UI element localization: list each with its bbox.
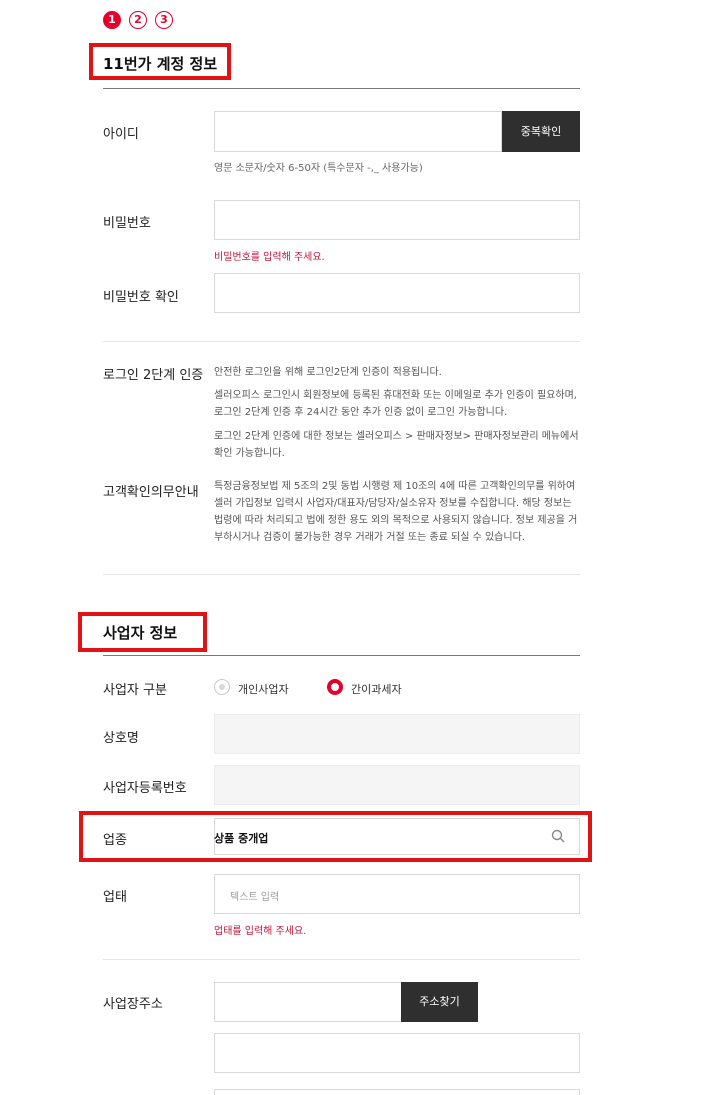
find-address-button[interactable]: 주소찾기 <box>401 982 478 1022</box>
radio-individual[interactable] <box>214 679 230 695</box>
business-title-divider <box>103 655 580 656</box>
step-2[interactable]: 2 <box>129 11 147 29</box>
industry-value: 상품 중개업 <box>214 832 269 845</box>
radio-simplified[interactable] <box>327 679 343 695</box>
address-line2-input[interactable] <box>214 1089 580 1095</box>
password-input[interactable] <box>214 200 580 240</box>
business-section-title: 사업자 정보 <box>103 624 178 642</box>
account-divider-3 <box>103 574 580 575</box>
two-factor-text-1: 안전한 로그인을 위해 로그인2단계 인증이 적용됩니다. <box>214 367 442 378</box>
radio-simplified-label[interactable]: 간이과세자 <box>351 681 402 697</box>
address-line1-input[interactable] <box>214 1033 580 1073</box>
two-factor-text-3: 로그인 2단계 인증에 대한 정보는 셀러오피스 > 판매자정보> 판매자정보관… <box>214 431 579 459</box>
step-1[interactable]: 1 <box>103 11 121 29</box>
company-name-input <box>214 714 580 754</box>
business-divider <box>103 959 580 960</box>
id-label: 아이디 <box>103 127 139 142</box>
id-input[interactable] <box>214 111 502 152</box>
kyc-label: 고객확인의무안내 <box>103 485 199 500</box>
kyc-text: 특정금융정보법 제 5조의 2및 동법 시행령 제 10조의 4에 따른 고객확… <box>214 481 578 543</box>
password-confirm-input[interactable] <box>214 273 580 313</box>
industry-search-input[interactable] <box>214 818 580 855</box>
two-factor-text-2: 셀러오피스 로그인시 회원정보에 등록된 휴대전화 또는 이메일로 추가 인증이… <box>214 390 577 418</box>
address-label: 사업장주소 <box>103 997 163 1012</box>
business-category-placeholder: 텍스트 입력 <box>230 892 280 903</box>
password-label: 비밀번호 <box>103 216 151 231</box>
business-category-error-text: 업태를 입력해 주세요. <box>214 926 307 937</box>
registration-number-label: 사업자등록번호 <box>103 781 187 796</box>
business-type-label: 사업자 구분 <box>103 683 167 698</box>
registration-number-input <box>214 765 580 805</box>
company-name-label: 상호명 <box>103 731 139 746</box>
step-3[interactable]: 3 <box>155 11 173 29</box>
account-title-divider <box>103 88 580 89</box>
search-icon[interactable] <box>551 829 566 844</box>
account-divider-2 <box>103 341 580 342</box>
password-confirm-label: 비밀번호 확인 <box>103 290 179 305</box>
account-section-title: 11번가 계정 정보 <box>103 55 218 73</box>
id-help-text: 영문 소문자/숫자 6-50자 (특수문자 -,_ 사용가능) <box>214 163 423 174</box>
two-factor-label: 로그인 2단계 인증 <box>103 368 204 383</box>
password-error-text: 비밀번호를 입력해 주세요. <box>214 252 325 263</box>
business-category-label: 업태 <box>103 890 127 905</box>
duplicate-check-button[interactable]: 중복확인 <box>502 111 580 152</box>
industry-label: 업종 <box>103 833 127 848</box>
radio-individual-label[interactable]: 개인사업자 <box>238 681 289 697</box>
zipcode-input[interactable] <box>214 982 402 1022</box>
